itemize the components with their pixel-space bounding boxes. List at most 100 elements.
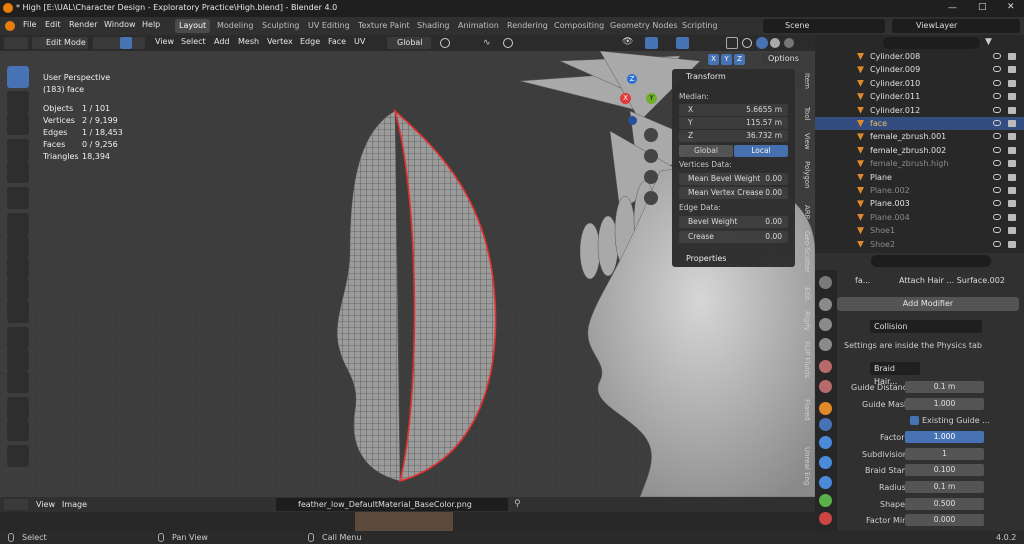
tab-animation[interactable]: Animation (454, 19, 503, 33)
menu-vertex[interactable]: Vertex (267, 37, 293, 46)
render-icon[interactable] (1008, 79, 1016, 87)
world-tab-icon[interactable] (819, 380, 832, 393)
outliner-row[interactable]: Plane.003 (815, 197, 1024, 210)
snap-icon[interactable]: ∿ (483, 38, 491, 48)
object-tab-icon[interactable] (819, 402, 832, 415)
subdivision-field[interactable]: 1 (905, 448, 984, 460)
modifier-tab-icon[interactable] (819, 418, 832, 431)
tab-view[interactable]: View (796, 133, 811, 150)
select-box-tool[interactable] (7, 66, 29, 88)
eye-icon[interactable] (993, 160, 1001, 167)
image-preview-area[interactable] (0, 512, 815, 531)
tab-uv-editing[interactable]: UV Editing (304, 19, 354, 33)
tab-geo-scatter[interactable]: Geo-Scatter (796, 231, 811, 273)
render-icon[interactable] (1008, 187, 1016, 194)
knife-tool[interactable] (7, 301, 29, 323)
extrude-tool[interactable] (7, 213, 29, 235)
eye-icon[interactable] (993, 173, 1001, 180)
spin-tool[interactable] (7, 349, 29, 371)
eye-icon[interactable] (993, 106, 1001, 113)
tab-scripting[interactable]: Scripting (678, 19, 722, 33)
bevel-weight-field[interactable]: Bevel Weight 0.00 (679, 216, 788, 228)
render-icon[interactable] (1008, 120, 1016, 127)
eye-icon[interactable] (993, 187, 1001, 193)
menu-edit[interactable]: Edit (45, 20, 61, 29)
image-editor-type-button[interactable] (4, 499, 28, 510)
tab-geometry-nodes[interactable]: Geometry Nodes (606, 19, 681, 33)
tab-flip-fluids[interactable]: FLIP Fluids (796, 341, 811, 378)
menu-window[interactable]: Window (104, 20, 136, 29)
add-cube-tool[interactable] (7, 187, 29, 209)
outliner-row[interactable]: Shoe1 (815, 224, 1024, 237)
factor-min-field[interactable]: 0.000 (905, 514, 984, 526)
scene-selector[interactable]: Scene (763, 19, 885, 33)
render-icon[interactable] (1008, 66, 1016, 74)
shading-rendered-button[interactable] (784, 38, 794, 48)
menu-select[interactable]: Select (181, 37, 206, 46)
local-button[interactable]: Local (734, 145, 788, 157)
menu-edge[interactable]: Edge (300, 37, 320, 46)
blender-menu-icon[interactable] (5, 21, 15, 31)
camera-icon[interactable] (644, 170, 658, 184)
guide-distance-field[interactable]: 0.1 m (905, 381, 984, 393)
tab-compositing[interactable]: Compositing (550, 19, 608, 33)
loop-cut-tool[interactable] (7, 279, 29, 301)
pin-icon[interactable]: ⚲ (514, 499, 521, 509)
particles-tab-icon[interactable] (819, 436, 832, 449)
outliner-row[interactable]: Cylinder.010 (815, 77, 1024, 90)
render-icon[interactable] (1008, 53, 1016, 60)
tab-tool[interactable]: Tool (796, 107, 811, 121)
shear-tool[interactable] (7, 445, 29, 467)
menu-file[interactable]: File (23, 20, 36, 29)
collision-modifier-name[interactable]: Collision (870, 320, 982, 333)
shading-solid-button[interactable] (756, 37, 768, 49)
outliner-row[interactable]: Cylinder.011 (815, 90, 1024, 103)
tab-rendering[interactable]: Rendering (503, 19, 552, 33)
gizmo-neg-z[interactable] (628, 116, 637, 125)
outliner-row[interactable]: Shoe2 (815, 238, 1024, 251)
measure-tool[interactable] (7, 161, 29, 183)
eye-icon[interactable] (993, 133, 1001, 140)
menu-help[interactable]: Help (142, 20, 160, 29)
existing-guide-checkbox[interactable] (910, 416, 919, 425)
mirror-axis-z[interactable]: Z (734, 54, 745, 65)
cursor-tool[interactable] (7, 91, 29, 113)
render-icon[interactable] (1008, 213, 1016, 221)
add-modifier-button[interactable]: Add Modifier (837, 297, 1019, 311)
guide-mask-field[interactable]: 1.000 (905, 398, 984, 410)
pan-hand-icon[interactable] (644, 149, 658, 163)
gizmo-y-axis[interactable]: Y (646, 93, 657, 104)
shading-wireframe-button[interactable] (742, 38, 752, 48)
crease-field[interactable]: Crease 0.00 (679, 231, 788, 243)
eye-icon[interactable] (993, 120, 1001, 126)
braid-modifier-name[interactable]: Braid Hair... (870, 362, 920, 386)
mean-vertex-crease-field[interactable]: Mean Vertex Crease 0.00 (679, 187, 788, 199)
render-icon[interactable] (1008, 133, 1016, 141)
tab-layout[interactable]: Layout (175, 19, 211, 33)
output-tab-icon[interactable] (819, 318, 832, 331)
tab-item[interactable]: Item (796, 73, 811, 89)
orientation-dropdown[interactable]: Global (387, 37, 431, 49)
pivot-icon[interactable] (440, 38, 450, 48)
outliner-row[interactable]: Cylinder.008 (815, 50, 1024, 63)
tab-flared[interactable]: Flared (796, 399, 811, 421)
filter-icon[interactable]: ▼ (985, 37, 992, 47)
tab-edit[interactable]: Edit (796, 287, 811, 301)
bevel-tool[interactable] (7, 257, 29, 279)
tab-rigify[interactable]: Rigify (796, 311, 811, 331)
visibility-icon[interactable]: 👁 (622, 37, 633, 47)
render-icon[interactable] (1008, 146, 1016, 154)
constraints-tab-icon[interactable] (819, 476, 832, 489)
eye-icon[interactable] (993, 213, 1001, 220)
edge-slide-tool[interactable] (7, 397, 29, 419)
data-tab-icon[interactable] (819, 494, 832, 507)
factor-field[interactable]: 1.000 (905, 431, 984, 443)
tab-polygon[interactable]: Polygon (796, 161, 811, 189)
outliner-row[interactable]: Cylinder.009 (815, 63, 1024, 76)
median-z-field[interactable]: Z 36.732 m (679, 130, 788, 142)
menu-view[interactable]: View (155, 37, 174, 46)
properties-subpanel-header[interactable]: Properties (686, 254, 726, 263)
outliner-row[interactable]: female_zbrush.002 (815, 144, 1024, 157)
zoom-icon[interactable] (644, 128, 658, 142)
mirror-axis-x[interactable]: X (708, 54, 719, 65)
